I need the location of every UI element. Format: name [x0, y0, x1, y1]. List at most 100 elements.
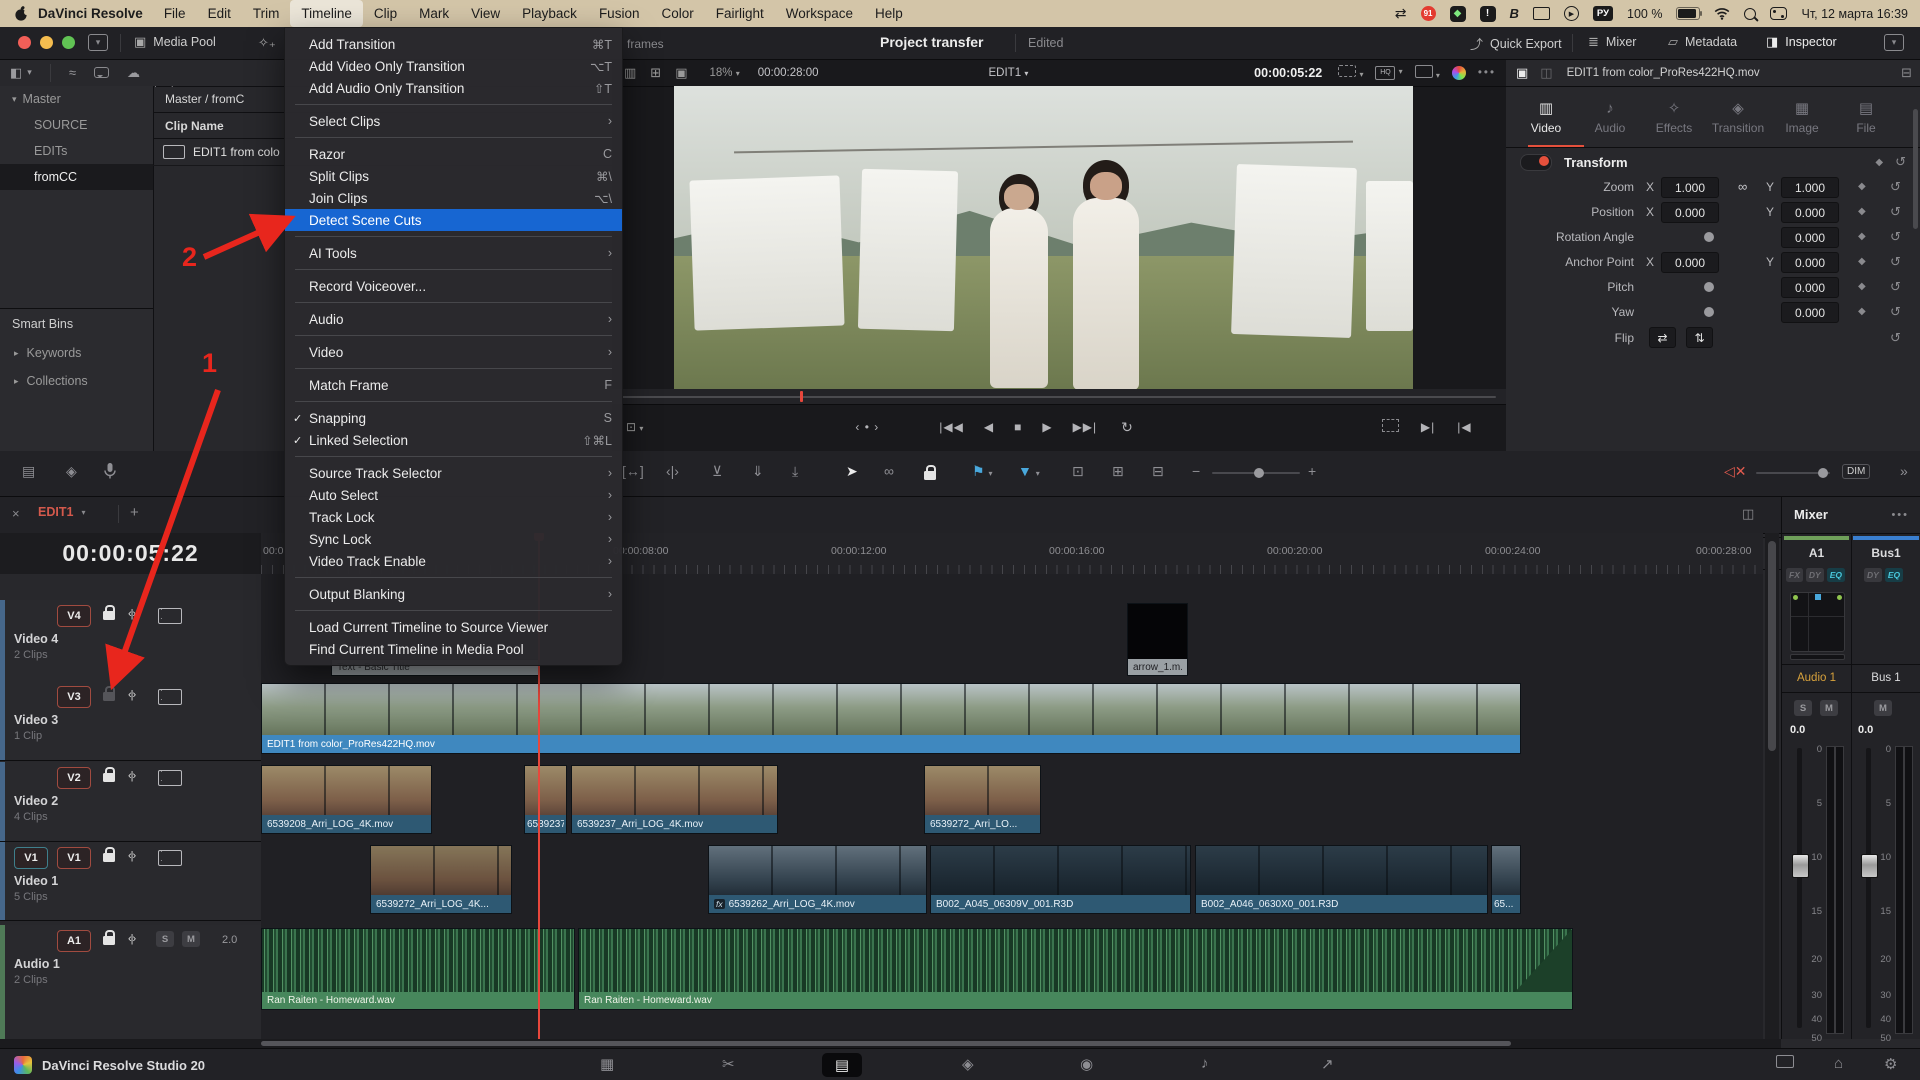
- a1-solo-button[interactable]: S: [1794, 700, 1812, 716]
- track-enable-icon[interactable]: [158, 689, 182, 705]
- last-frame-button[interactable]: ▶▶|: [1073, 420, 1098, 434]
- bus1-fader-track[interactable]: [1866, 748, 1871, 1028]
- zoom-out-icon[interactable]: −: [1192, 463, 1200, 479]
- collections-group[interactable]: ▸ Collections: [0, 367, 153, 395]
- menu-item-add-video-only-transition[interactable]: Add Video Only Transition⌥T: [285, 55, 622, 77]
- input-language-switcher[interactable]: РУ: [1593, 6, 1613, 21]
- viewer-split-icon[interactable]: ▣: [675, 65, 687, 81]
- menubar-item-mark[interactable]: Mark: [408, 0, 460, 27]
- a1-mute-button[interactable]: M: [1820, 700, 1838, 716]
- menubar-item-playback[interactable]: Playback: [511, 0, 588, 27]
- timeline-hscrollbar[interactable]: [0, 1039, 1781, 1048]
- menu-item-split-clips[interactable]: Split Clips⌘\: [285, 165, 622, 187]
- spotlight-search-icon[interactable]: [1744, 8, 1756, 20]
- control-center-icon[interactable]: [1770, 7, 1787, 20]
- track-lock-icon-v2[interactable]: [103, 773, 115, 782]
- clip-6539208[interactable]: 6539208_Arri_LOG_4K.mov: [261, 765, 432, 834]
- menu-item-auto-select[interactable]: Auto Select›: [285, 484, 622, 506]
- menubar-item-file[interactable]: File: [153, 0, 197, 27]
- panel-layout-icon[interactable]: ▾: [1884, 34, 1904, 51]
- timeline-view-icon[interactable]: ◫: [1742, 506, 1754, 522]
- keyframe-icon[interactable]: ◆: [1858, 306, 1866, 317]
- menu-item-output-blanking[interactable]: Output Blanking›: [285, 583, 622, 605]
- viewer-options-icon[interactable]: •••: [1478, 67, 1496, 79]
- position-y-field[interactable]: 0.000: [1781, 202, 1839, 223]
- viewer-timeline-select[interactable]: EDIT1 ▾: [989, 67, 1029, 79]
- sync-status-icon[interactable]: ⇄: [1395, 6, 1407, 22]
- reset-icon[interactable]: ↺: [1890, 229, 1901, 245]
- clip-b002-a046[interactable]: B002_A046_0630X0_001.R3D: [1195, 845, 1488, 914]
- menubar-item-fusion[interactable]: Fusion: [588, 0, 651, 27]
- a1-track-label[interactable]: Audio 1: [1784, 672, 1849, 684]
- timeline-zoom-slider[interactable]: [1212, 472, 1300, 474]
- inspector-tab-effects[interactable]: ✧Effects: [1642, 99, 1706, 135]
- menu-item-video-track-enable[interactable]: Video Track Enable›: [285, 550, 622, 572]
- prev-edit-button[interactable]: |◀: [1457, 420, 1471, 434]
- anchor-y-field[interactable]: 0.000: [1781, 252, 1839, 273]
- track-solo-button[interactable]: S: [156, 931, 174, 947]
- dy-button[interactable]: DY: [1864, 568, 1882, 582]
- window-zoom-button[interactable]: [62, 36, 75, 49]
- menubar-item-color[interactable]: Color: [650, 0, 704, 27]
- scopes-icon[interactable]: ▾: [1415, 65, 1440, 81]
- viewer-overlay-select[interactable]: ⊡ ▾: [626, 420, 643, 434]
- inspector-tab-file[interactable]: ▤File: [1834, 99, 1898, 135]
- position-x-field[interactable]: 0.000: [1661, 202, 1719, 223]
- a1-pan-pad[interactable]: [1790, 592, 1845, 652]
- menubar-item-help[interactable]: Help: [864, 0, 914, 27]
- menubar-item-fairlight[interactable]: Fairlight: [705, 0, 775, 27]
- track-badge-v1[interactable]: V1: [57, 847, 91, 869]
- keyframe-icon[interactable]: ◆: [1858, 231, 1866, 242]
- eq-button[interactable]: EQ: [1885, 568, 1903, 582]
- page-edit-icon[interactable]: ▤: [822, 1053, 862, 1077]
- menu-item-add-audio-only-transition[interactable]: Add Audio Only Transition⇧T: [285, 77, 622, 99]
- viewer-mode-icon[interactable]: ▥: [624, 65, 636, 81]
- menu-item-audio[interactable]: Audio›: [285, 308, 622, 330]
- settings-gear-icon[interactable]: ⚙: [1884, 1055, 1897, 1073]
- gang-viewers-icon[interactable]: ▾: [1338, 65, 1363, 80]
- bin-tree-edits[interactable]: EDITs: [0, 138, 153, 164]
- window-minimize-button[interactable]: [40, 36, 53, 49]
- overwrite-clip-icon[interactable]: ⤓: [792, 463, 798, 480]
- jog-control[interactable]: ‹ • ›: [855, 420, 879, 434]
- mute-audio-icon[interactable]: ◁✕: [1724, 463, 1747, 480]
- auto-select-icon[interactable]: ‹|›: [128, 689, 135, 701]
- track-lock-icon-a1[interactable]: [103, 936, 115, 945]
- remote-monitoring-icon[interactable]: [1776, 1055, 1794, 1072]
- track-enable-icon[interactable]: [158, 850, 182, 866]
- reset-icon[interactable]: ↺: [1890, 304, 1901, 320]
- viewer-scrub-bar[interactable]: [612, 389, 1506, 405]
- viewer-zoom-select[interactable]: 18% ▾: [710, 67, 740, 79]
- play-button[interactable]: ▶: [1042, 420, 1052, 434]
- auto-select-icon[interactable]: ‹|›: [128, 933, 135, 945]
- window-expand-icon[interactable]: ▾: [88, 34, 108, 51]
- alert-menu-icon[interactable]: !: [1480, 6, 1496, 22]
- fx-button[interactable]: FX: [1786, 568, 1803, 582]
- media-pool-toggle[interactable]: ▣ Media Pool: [134, 34, 216, 50]
- menubar-item-edit[interactable]: Edit: [197, 0, 242, 27]
- quick-export-button[interactable]: ⤴ Quick Export: [1470, 34, 1562, 53]
- page-color-icon[interactable]: ◉: [1080, 1055, 1093, 1073]
- reset-icon[interactable]: ↺: [1890, 279, 1901, 295]
- inspector-tab-audio[interactable]: ♪Audio: [1578, 100, 1642, 135]
- track-badge-v4[interactable]: V4: [57, 605, 91, 627]
- page-media-icon[interactable]: ▦: [600, 1055, 614, 1073]
- a1-fader-track[interactable]: [1797, 748, 1802, 1028]
- track-header-v3[interactable]: V3 ‹|› Video 3 1 Clip: [0, 681, 261, 761]
- reset-icon[interactable]: ↺: [1890, 179, 1901, 195]
- clip-6539272-v1[interactable]: 6539272_Arri_LOG_4K...: [370, 845, 512, 914]
- track-header-v1[interactable]: V1 V1 ‹|› Video 1 5 Clips: [0, 842, 261, 921]
- comments-icon[interactable]: [94, 67, 109, 78]
- inspector-scrollbar[interactable]: [1913, 109, 1918, 229]
- clip-65-partial[interactable]: 65...: [1491, 845, 1521, 914]
- bin-sidebar-toggle[interactable]: ◧▾: [10, 65, 32, 81]
- trim-edit-mode-icon[interactable]: [↔]: [622, 463, 644, 479]
- mixer-toggle[interactable]: ≣ Mixer: [1588, 34, 1636, 50]
- menu-item-razor[interactable]: RazorC: [285, 143, 622, 165]
- track-mute-button[interactable]: M: [182, 931, 200, 947]
- track-lock-icon-v4[interactable]: [103, 611, 115, 620]
- bin-tree-master[interactable]: ▾ Master: [0, 86, 153, 112]
- track-lock-icon-v3[interactable]: [103, 692, 115, 701]
- position-lock-icon[interactable]: [924, 463, 936, 479]
- menu-item-linked-selection[interactable]: ✓Linked Selection⇧⌘L: [285, 429, 622, 451]
